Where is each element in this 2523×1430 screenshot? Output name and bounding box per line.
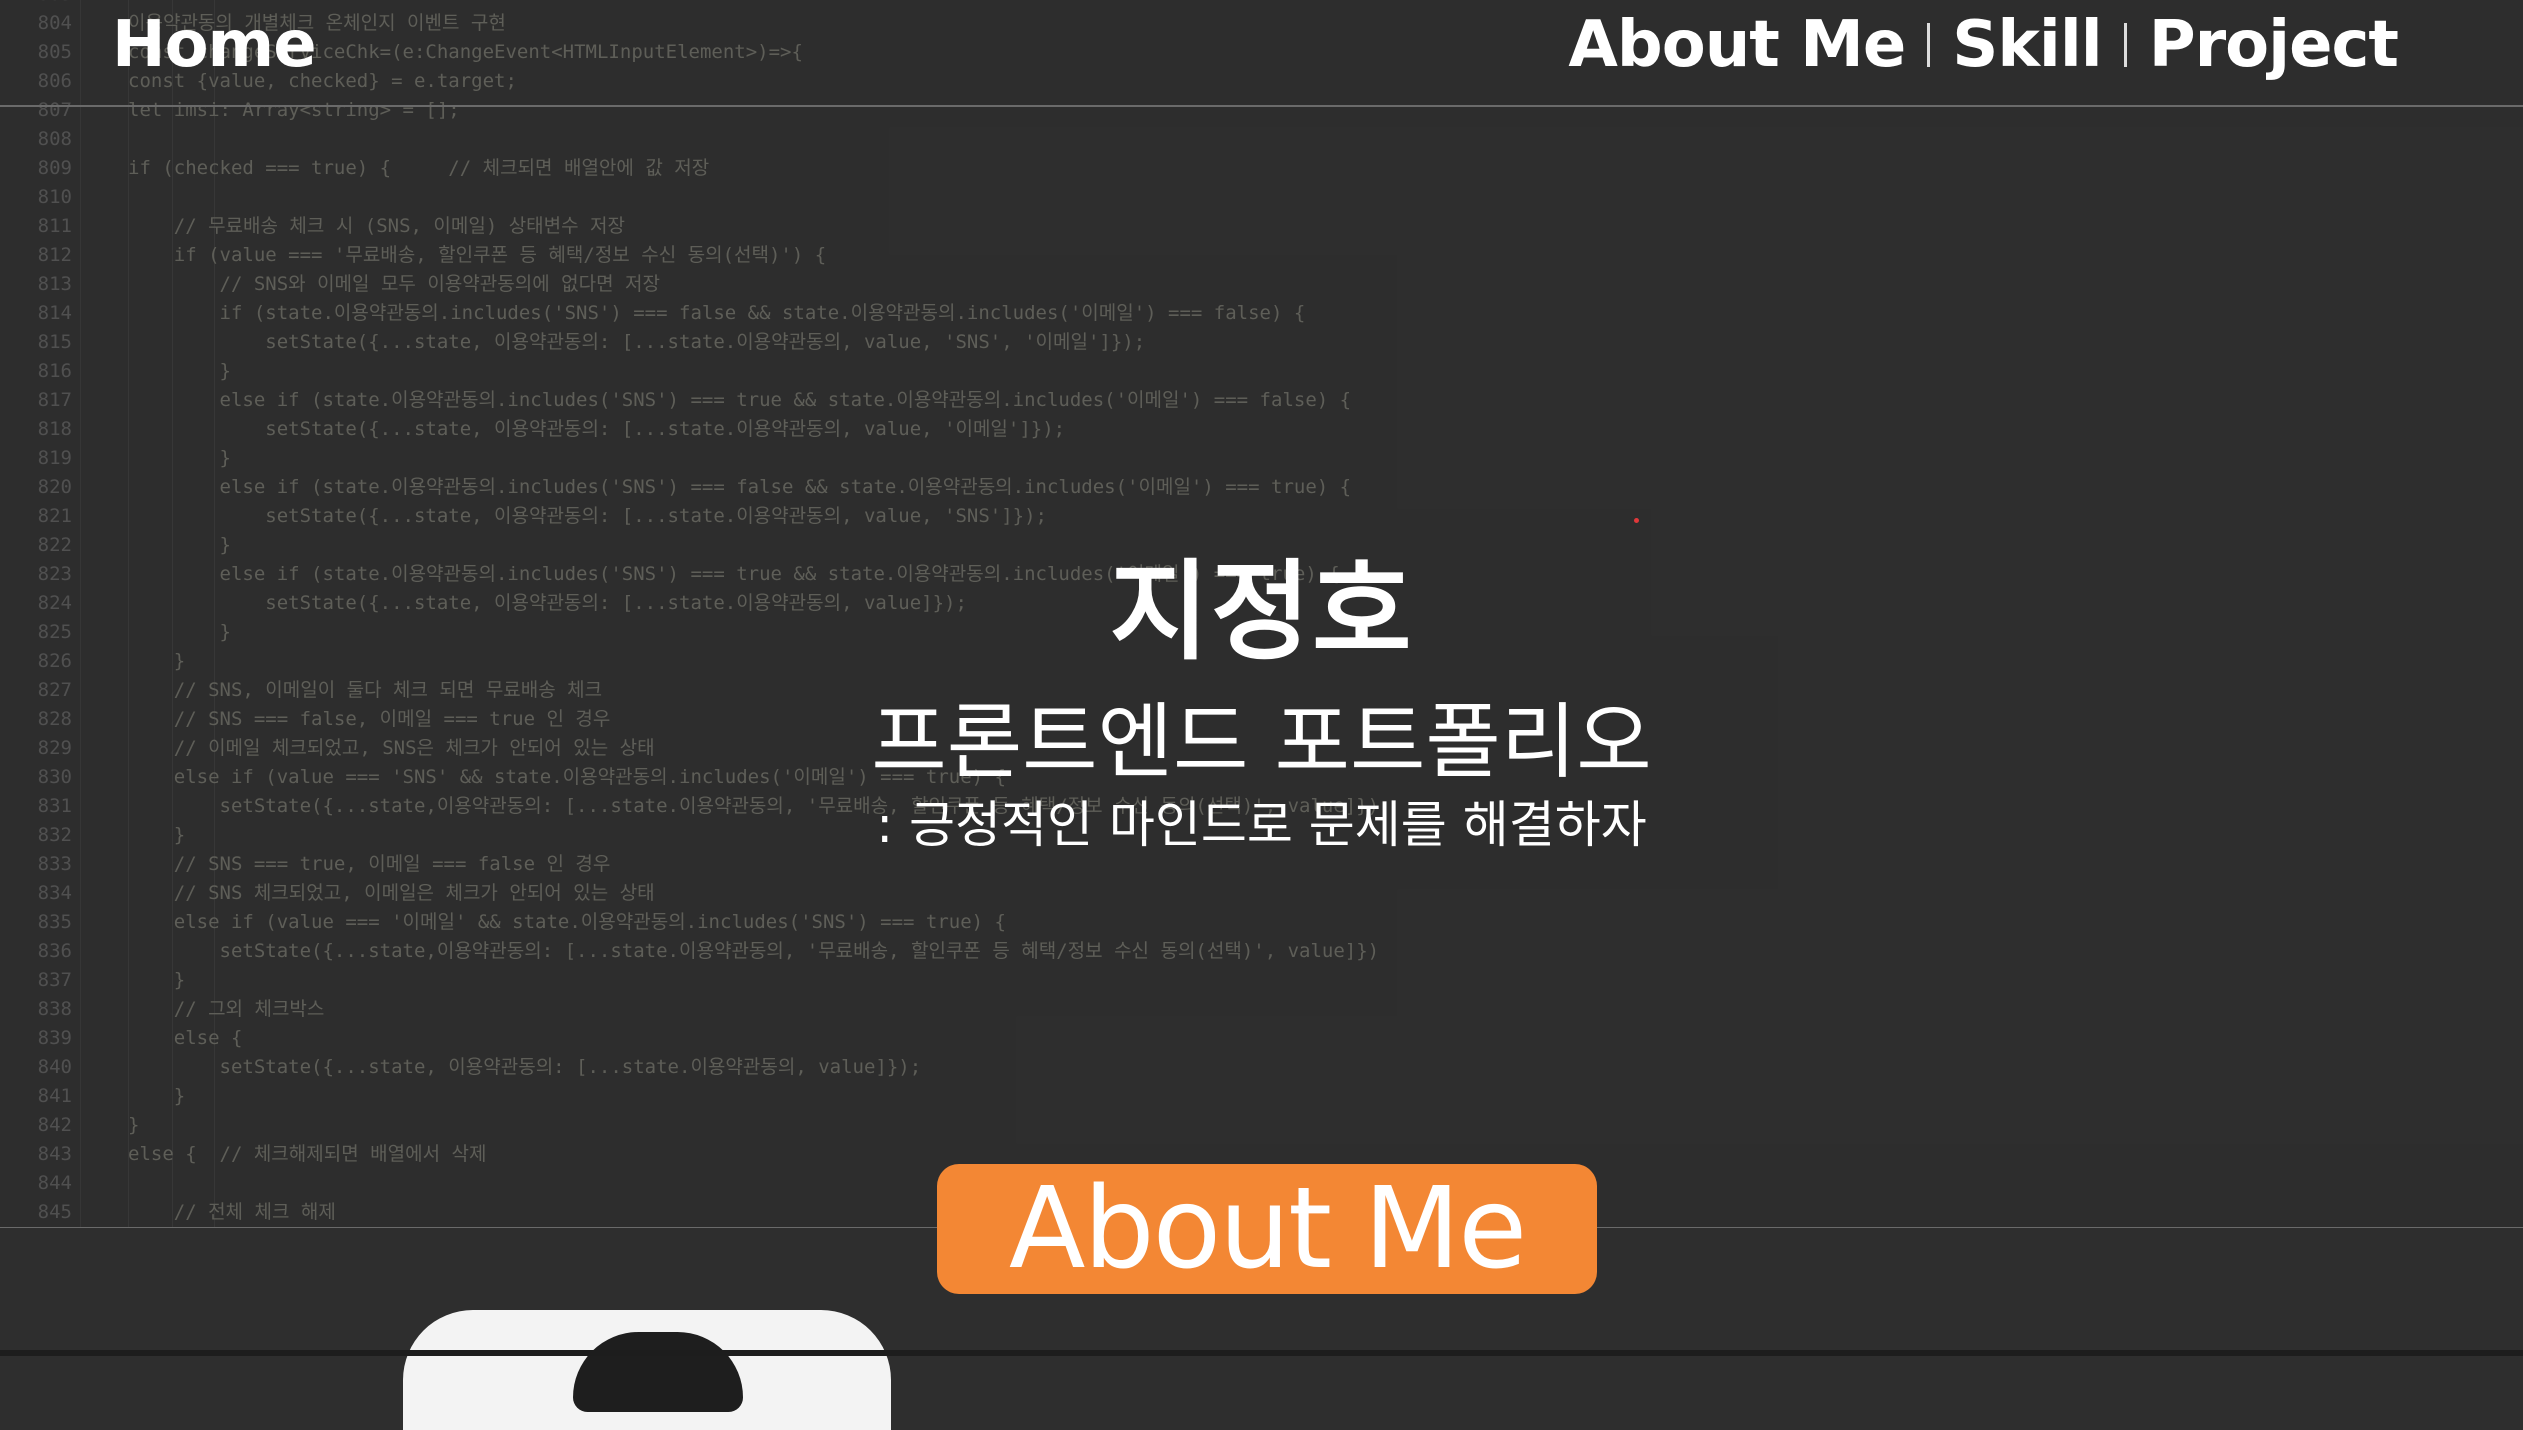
red-dot [1634, 518, 1639, 523]
main-nav: About Me Skill Project [1568, 8, 2399, 82]
nav-link-about-me[interactable]: About Me [1568, 8, 1906, 82]
nav-home-link[interactable]: Home [112, 8, 317, 82]
about-me-title-button[interactable]: About Me [937, 1164, 1597, 1294]
nav-separator [1927, 23, 1931, 67]
hero-motto: : 긍정적인 마인드로 문제를 해결하자 [876, 796, 1647, 854]
nav-link-project[interactable]: Project [2149, 8, 2399, 82]
profile-hair [573, 1332, 743, 1412]
nav-link-skill[interactable]: Skill [1952, 8, 2102, 82]
hero-name: 지정호 [1109, 550, 1414, 675]
bottom-strip [0, 1350, 2523, 1356]
profile-photo [403, 1310, 891, 1430]
hero-section: 803804이용약관동의 개별체크 온체인지 이벤트 구현805const ch… [0, 0, 2523, 1228]
header-divider [0, 105, 2523, 107]
nav-separator [2123, 23, 2127, 67]
hero-role: 프론트엔드 포트폴리오 [871, 695, 1652, 790]
